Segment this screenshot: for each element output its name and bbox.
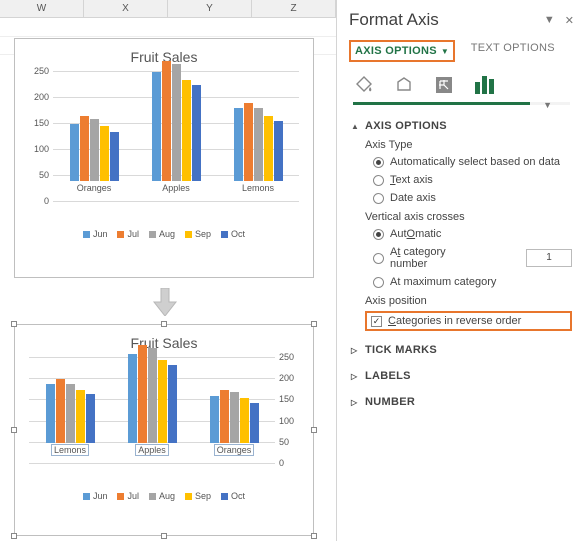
chart-title[interactable]: Fruit Sales bbox=[15, 325, 313, 357]
col-header[interactable]: W bbox=[0, 0, 84, 17]
radio-auto-select[interactable]: Automatically select based on data bbox=[365, 153, 572, 171]
fill-icon[interactable] bbox=[353, 74, 375, 96]
chart-plot: 050100150200250 OrangesApplesLemons bbox=[15, 71, 313, 221]
radio-at-max-category[interactable]: At maximum category bbox=[365, 273, 572, 291]
y-axis[interactable]: 050100150200250 bbox=[23, 71, 49, 221]
pane-title: Format Axis bbox=[349, 10, 439, 30]
column-headers: W X Y Z bbox=[0, 0, 336, 18]
option-category-icons bbox=[337, 68, 586, 98]
chart-fruit-sales-2[interactable]: Fruit Sales 050100150200250 LemonsApples… bbox=[14, 324, 314, 536]
section-number[interactable]: ▷NUMBER bbox=[351, 393, 572, 411]
col-header[interactable]: Z bbox=[252, 0, 336, 17]
radio-text-axis[interactable]: Text axis bbox=[365, 171, 572, 189]
chevron-down-icon[interactable]: ▼ bbox=[543, 100, 552, 110]
label-axis-position: Axis position bbox=[365, 291, 572, 309]
category-number-input[interactable]: 1 bbox=[526, 249, 572, 267]
effects-icon[interactable] bbox=[393, 74, 415, 96]
plot-area[interactable]: LemonsApplesOranges bbox=[29, 357, 275, 463]
resize-handle[interactable] bbox=[311, 533, 317, 539]
cell-grid[interactable]: Fruit Sales 050100150200250 OrangesApple… bbox=[0, 18, 336, 541]
tab-axis-options[interactable]: AXIS OPTIONS▼ bbox=[349, 40, 455, 62]
radio-automatic[interactable]: AutOmatic bbox=[365, 225, 572, 243]
chart-plot: 050100150200250 LemonsApplesOranges bbox=[15, 357, 313, 483]
size-icon[interactable] bbox=[433, 74, 455, 96]
format-axis-pane: Format Axis ▼ ✕ AXIS OPTIONS▼ TEXT OPTIO… bbox=[336, 0, 586, 541]
plot-area[interactable]: OrangesApplesLemons bbox=[53, 71, 299, 201]
chart-legend[interactable]: JunJulAugSepOct bbox=[15, 221, 313, 249]
section-labels[interactable]: ▷LABELS bbox=[351, 367, 572, 385]
resize-handle[interactable] bbox=[11, 533, 17, 539]
close-icon[interactable]: ✕ bbox=[565, 14, 574, 27]
options-body: ▲AXIS OPTIONS Axis Type Automatically se… bbox=[337, 105, 586, 423]
resize-handle[interactable] bbox=[311, 321, 317, 327]
arrow-down-icon bbox=[150, 288, 180, 316]
chart-legend[interactable]: JunJulAugSepOct bbox=[15, 483, 313, 511]
section-axis-options[interactable]: ▲AXIS OPTIONS bbox=[351, 117, 572, 135]
col-header[interactable]: X bbox=[84, 0, 168, 17]
radio-date-axis[interactable]: Date axis bbox=[365, 189, 572, 207]
tab-text-options[interactable]: TEXT OPTIONS bbox=[471, 40, 555, 62]
y-axis[interactable]: 050100150200250 bbox=[279, 357, 305, 483]
resize-handle[interactable] bbox=[161, 533, 167, 539]
section-tick-marks[interactable]: ▷TICK MARKS bbox=[351, 341, 572, 359]
axis-options-icon[interactable] bbox=[473, 74, 495, 96]
label-axis-type: Axis Type bbox=[365, 135, 572, 153]
chart-fruit-sales-1[interactable]: Fruit Sales 050100150200250 OrangesApple… bbox=[14, 38, 314, 278]
label-vertical-axis-crosses: Vertical axis crosses bbox=[365, 207, 572, 225]
col-header[interactable]: Y bbox=[168, 0, 252, 17]
spreadsheet-area: W X Y Z Fruit Sales 050100150200250 Oran… bbox=[0, 0, 336, 541]
radio-at-category-number[interactable]: At categorynumber1 bbox=[365, 243, 572, 273]
resize-handle[interactable] bbox=[161, 321, 167, 327]
checkbox-categories-reverse[interactable]: ✓Categories in reverse order bbox=[365, 311, 572, 331]
resize-handle[interactable] bbox=[11, 321, 17, 327]
pane-menu-icon[interactable]: ▼ bbox=[544, 14, 555, 27]
